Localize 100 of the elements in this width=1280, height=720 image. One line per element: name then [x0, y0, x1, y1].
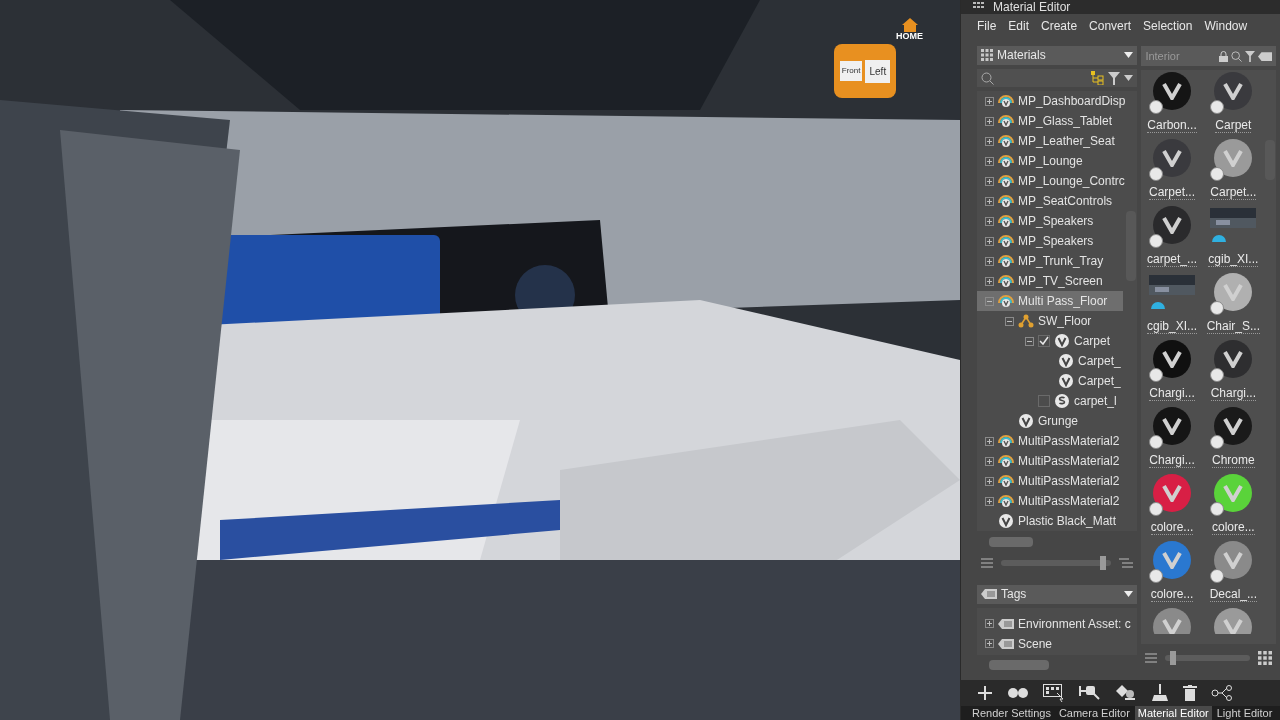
- grid-select-icon[interactable]: [1043, 684, 1065, 702]
- tree-item[interactable]: Carpet_: [977, 371, 1126, 392]
- expand-icon[interactable]: [985, 236, 994, 246]
- expand-icon[interactable]: [985, 116, 994, 126]
- tree-item[interactable]: Grunge: [977, 411, 1126, 432]
- slider-thumb[interactable]: [1099, 555, 1106, 570]
- expand-icon[interactable]: [985, 136, 994, 146]
- tree-item[interactable]: MultiPassMaterial2: [977, 471, 1126, 492]
- list-icon[interactable]: [981, 557, 993, 568]
- tree-item[interactable]: MP_Speakers: [977, 231, 1126, 252]
- outline-icon[interactable]: [1119, 557, 1134, 568]
- menu-item[interactable]: Convert: [1089, 17, 1132, 35]
- material-name[interactable]: Chair_S...: [1206, 319, 1260, 334]
- expand-icon[interactable]: [985, 156, 994, 166]
- expand-icon[interactable]: [985, 476, 994, 486]
- tag-item[interactable]: Environment Asset: c: [977, 613, 1138, 634]
- material-name[interactable]: colore...: [1150, 520, 1194, 535]
- editor-tab[interactable]: Material Editor: [1134, 706, 1212, 720]
- add-icon[interactable]: [977, 685, 993, 701]
- home-button[interactable]: HOME: [896, 18, 923, 41]
- material-name[interactable]: Carpet...: [1210, 185, 1257, 200]
- scrollbar[interactable]: [989, 660, 1049, 671]
- checkbox[interactable]: [1038, 335, 1050, 348]
- filter-icon[interactable]: [1108, 71, 1121, 85]
- checkbox[interactable]: [1038, 395, 1050, 408]
- tree-item[interactable]: carpet_l: [977, 391, 1126, 412]
- menu-item[interactable]: Selection: [1143, 17, 1193, 35]
- material-name[interactable]: Chargi...: [1149, 453, 1195, 468]
- left-face[interactable]: Left: [865, 59, 891, 83]
- menu-item[interactable]: File: [977, 17, 997, 35]
- dots-icon[interactable]: [1007, 687, 1029, 699]
- collapse-icon[interactable]: [985, 296, 994, 306]
- scrollbar[interactable]: [989, 536, 1033, 547]
- hierarchy-icon[interactable]: [1091, 71, 1105, 86]
- tree-item[interactable]: MP_Lounge_Contrc: [977, 171, 1126, 192]
- expand-icon[interactable]: [985, 196, 994, 206]
- material-name[interactable]: Chargi...: [1210, 386, 1256, 401]
- material-name[interactable]: Carbon...: [1147, 118, 1197, 133]
- menu-item[interactable]: Create: [1041, 17, 1078, 35]
- tag-item[interactable]: Scene: [977, 633, 1138, 654]
- material-name[interactable]: cgib_XI...: [1147, 319, 1198, 334]
- material-name[interactable]: Chargi...: [1149, 386, 1195, 401]
- editor-tab[interactable]: Camera Editor: [1055, 706, 1133, 720]
- tree-item[interactable]: MP_DashboardDisp: [977, 91, 1126, 112]
- tree-item[interactable]: SW_Floor: [977, 311, 1126, 332]
- material-name[interactable]: Decal_...: [1209, 587, 1257, 602]
- expand-icon[interactable]: [985, 436, 994, 446]
- tags-dropdown[interactable]: Tags: [977, 585, 1138, 604]
- search-icon[interactable]: [1231, 50, 1242, 62]
- tree-item[interactable]: MP_TV_Screen: [977, 271, 1126, 292]
- expand-icon[interactable]: [985, 256, 994, 266]
- editor-tab[interactable]: Render Settings: [969, 706, 1054, 720]
- expand-icon[interactable]: [985, 96, 994, 106]
- material-name[interactable]: carpet_...: [1147, 252, 1198, 267]
- material-name[interactable]: cgib_XI...: [1208, 252, 1259, 267]
- broom-icon[interactable]: [1151, 684, 1169, 702]
- expand-icon[interactable]: [985, 176, 994, 186]
- tag-icon[interactable]: [1258, 51, 1272, 61]
- shapes-icon[interactable]: [1115, 684, 1137, 702]
- collapse-icon[interactable]: [1005, 316, 1014, 326]
- library-dropdown[interactable]: Materials: [977, 46, 1138, 65]
- expand-icon[interactable]: [985, 216, 994, 226]
- tree-item[interactable]: MP_Speakers: [977, 211, 1126, 232]
- expand-icon[interactable]: [985, 456, 994, 466]
- assign-icon[interactable]: [1079, 684, 1101, 702]
- grid-view-icon[interactable]: [1258, 651, 1272, 665]
- tree-item[interactable]: Plastic Black_Matt: [977, 511, 1126, 532]
- menu-item[interactable]: Window: [1204, 17, 1248, 35]
- front-face[interactable]: Front: [839, 61, 863, 81]
- expand-icon[interactable]: [985, 496, 994, 506]
- tree-item[interactable]: MP_SeatControls: [977, 191, 1126, 212]
- material-name[interactable]: Chrome: [1212, 453, 1255, 468]
- tree-item[interactable]: Multi Pass_Floor: [977, 291, 1123, 312]
- collapse-icon[interactable]: [1025, 336, 1034, 346]
- trash-icon[interactable]: [1183, 685, 1197, 701]
- editor-tab[interactable]: Light Editor: [1213, 706, 1276, 720]
- tree-item[interactable]: MultiPassMaterial2: [977, 491, 1126, 512]
- tree-item[interactable]: MP_Glass_Tablet: [977, 111, 1126, 132]
- tree-item[interactable]: MP_Leather_Seat: [977, 131, 1126, 152]
- search-field[interactable]: [977, 68, 1138, 88]
- viewcube[interactable]: Front Left: [834, 44, 896, 98]
- tree-item[interactable]: MultiPassMaterial2: [977, 431, 1126, 452]
- node-graph-icon[interactable]: [1211, 685, 1233, 701]
- expand-icon[interactable]: [985, 276, 994, 286]
- tree-item[interactable]: MultiPassMaterial2: [977, 451, 1126, 472]
- tree-item[interactable]: MP_Trunk_Tray: [977, 251, 1126, 272]
- filter-icon[interactable]: [1245, 50, 1255, 62]
- menu-item[interactable]: Edit: [1008, 17, 1030, 35]
- tree-item[interactable]: Carpet_: [977, 351, 1126, 372]
- list-icon[interactable]: [1145, 653, 1158, 663]
- expand-icon[interactable]: [985, 639, 994, 649]
- lock-icon[interactable]: [1219, 50, 1228, 62]
- material-name[interactable]: colore...: [1150, 587, 1194, 602]
- tree-item[interactable]: Carpet: [977, 331, 1126, 352]
- tree-item[interactable]: MP_Lounge: [977, 151, 1126, 172]
- material-name[interactable]: Carpet: [1215, 118, 1252, 133]
- material-name[interactable]: colore...: [1212, 520, 1255, 535]
- material-name[interactable]: Carpet...: [1149, 185, 1196, 200]
- expand-icon[interactable]: [985, 619, 994, 629]
- slider-thumb[interactable]: [1169, 651, 1176, 665]
